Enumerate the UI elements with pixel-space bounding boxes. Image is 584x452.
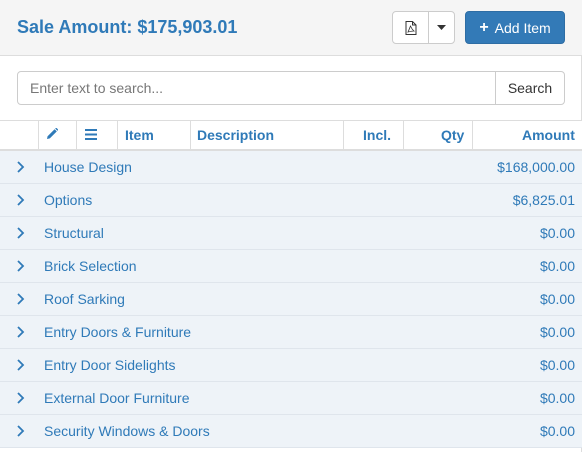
column-divider <box>117 121 118 150</box>
row-amount: $0.00 <box>539 291 575 307</box>
panel-header: Sale Amount: $175,903.01 + Add Item <box>0 0 582 56</box>
chevron-right-icon[interactable] <box>16 161 26 173</box>
table-row[interactable]: External Door Furniture $0.00 <box>0 382 582 415</box>
table-row[interactable]: Entry Doors & Furniture $0.00 <box>0 316 582 349</box>
row-item-label[interactable]: Brick Selection <box>44 250 137 283</box>
row-item-label[interactable]: Options <box>44 184 92 217</box>
pencil-icon <box>47 127 59 139</box>
row-amount: $6,825.01 <box>512 192 575 208</box>
row-amount: $0.00 <box>539 225 575 241</box>
menu-column-header[interactable] <box>85 129 97 142</box>
export-button-group <box>392 11 455 44</box>
row-amount: $0.00 <box>539 357 575 373</box>
row-item-label[interactable]: Entry Doors & Furniture <box>44 316 191 349</box>
row-item-label[interactable]: Entry Door Sidelights <box>44 349 176 382</box>
search-bar: Search <box>17 71 565 105</box>
plus-icon: + <box>479 18 489 36</box>
row-item-label[interactable]: Structural <box>44 217 104 250</box>
table-row[interactable]: Structural $0.00 <box>0 217 582 250</box>
table-row[interactable]: Brick Selection $0.00 <box>0 250 582 283</box>
column-divider <box>343 121 344 150</box>
chevron-right-icon[interactable] <box>16 359 26 371</box>
row-amount: $0.00 <box>539 324 575 340</box>
chevron-right-icon[interactable] <box>16 392 26 404</box>
row-amount: $0.00 <box>539 390 575 406</box>
sale-amount-title: Sale Amount: $175,903.01 <box>17 17 238 37</box>
table-row[interactable]: Entry Door Sidelights $0.00 <box>0 349 582 382</box>
column-divider <box>403 121 404 150</box>
add-item-button[interactable]: + Add Item <box>465 11 565 44</box>
chevron-right-icon[interactable] <box>16 194 26 206</box>
item-column-header[interactable]: Item <box>125 121 154 150</box>
row-amount: $0.00 <box>539 423 575 439</box>
list-icon <box>85 129 97 140</box>
row-item-label[interactable]: Roof Sarking <box>44 283 125 316</box>
chevron-right-icon[interactable] <box>16 326 26 338</box>
table-row[interactable]: Roof Sarking $0.00 <box>0 283 582 316</box>
qty-column-header[interactable]: Qty <box>441 121 464 150</box>
search-button[interactable]: Search <box>495 71 565 105</box>
row-amount: $168,000.00 <box>497 159 575 175</box>
export-options-dropdown[interactable] <box>429 12 454 43</box>
caret-down-icon <box>437 25 446 30</box>
amount-column-header[interactable]: Amount <box>522 121 575 150</box>
edit-column-header[interactable] <box>46 127 59 142</box>
column-divider <box>38 121 39 150</box>
row-item-label[interactable]: External Door Furniture <box>44 382 190 415</box>
incl-column-header[interactable]: Incl. <box>363 121 391 150</box>
sale-panel: Sale Amount: $175,903.01 + Add Item Sear… <box>0 0 582 452</box>
row-amount: $0.00 <box>539 258 575 274</box>
table-header: Item Description Incl. Qty Amount <box>0 120 582 151</box>
chevron-right-icon[interactable] <box>16 425 26 437</box>
table-row[interactable]: Security Windows & Doors $0.00 <box>0 415 582 448</box>
description-column-header[interactable]: Description <box>197 121 274 150</box>
chevron-right-icon[interactable] <box>16 227 26 239</box>
row-item-label[interactable]: House Design <box>44 151 132 184</box>
chevron-right-icon[interactable] <box>16 260 26 272</box>
row-item-label[interactable]: Security Windows & Doors <box>44 415 210 448</box>
column-divider <box>190 121 191 150</box>
pdf-export-button[interactable] <box>393 12 429 43</box>
column-divider <box>76 121 77 150</box>
search-input[interactable] <box>17 71 496 105</box>
table-row[interactable]: House Design $168,000.00 <box>0 151 582 184</box>
table-row[interactable]: Options $6,825.01 <box>0 184 582 217</box>
chevron-right-icon[interactable] <box>16 293 26 305</box>
add-item-label: Add Item <box>494 19 551 36</box>
pdf-file-icon <box>405 20 416 35</box>
column-divider <box>472 121 473 150</box>
